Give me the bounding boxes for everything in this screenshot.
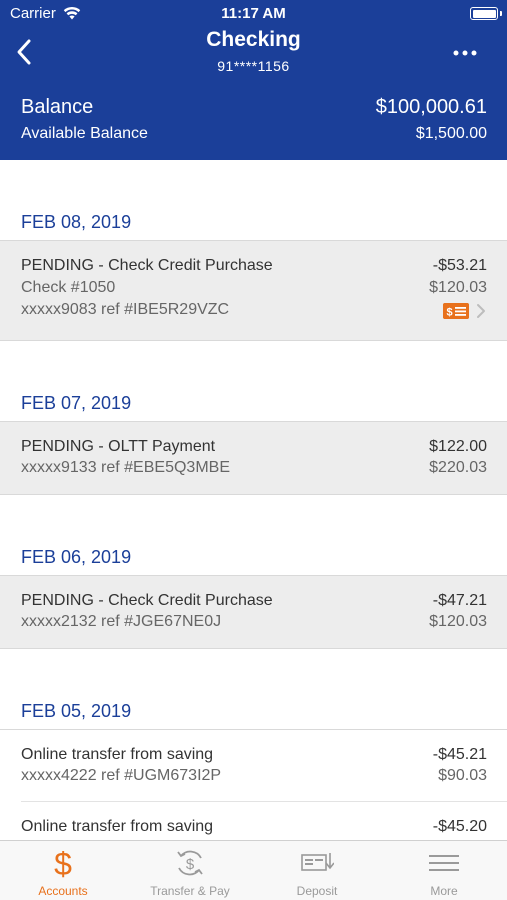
svg-text:$: $ [54, 847, 72, 879]
date-header: FEB 05, 2019 [21, 701, 132, 721]
tab-accounts[interactable]: $ Accounts [0, 841, 126, 900]
transaction-description: PENDING - Check Credit Purchase [21, 592, 273, 609]
date-header: FEB 07, 2019 [21, 393, 132, 413]
balance-label: Balance [21, 96, 94, 118]
transaction-reference: xxxxx4222 ref #UGM673I2P [21, 767, 222, 784]
transaction-row[interactable]: Online transfer from saving -$45.20 [0, 802, 507, 840]
battery-tip [500, 11, 502, 16]
tab-label: Accounts [38, 884, 88, 898]
tab-deposit[interactable]: Deposit [254, 841, 380, 900]
available-balance-value: $1,500.00 [415, 125, 487, 142]
transaction-running-balance: $90.03 [438, 767, 487, 784]
transaction-row[interactable]: PENDING - OLTT Payment xxxxx9133 ref #EB… [0, 421, 507, 495]
page-title: Checking [206, 28, 301, 51]
battery-icon [470, 7, 498, 20]
transaction-row[interactable]: PENDING - Check Credit Purchase Check #1… [0, 240, 507, 341]
transaction-row[interactable]: PENDING - Check Credit Purchase xxxxx213… [0, 575, 507, 649]
status-time: 11:17 AM [221, 5, 286, 22]
transaction-description: PENDING - Check Credit Purchase [21, 257, 273, 274]
date-header: FEB 08, 2019 [21, 212, 132, 232]
transaction-reference: xxxxx9133 ref #EBE5Q3MBE [21, 459, 230, 476]
status-bar: Carrier 11:17 AM [0, 0, 507, 28]
svg-text:$: $ [186, 856, 195, 873]
tab-bar: $ Accounts $ Transfer & Pay Deposit More [0, 840, 507, 900]
chevron-right-icon [477, 304, 485, 318]
transaction-reference: xxxxx9083 ref #IBE5R29VZC [21, 301, 230, 318]
transaction-amount: -$53.21 [432, 257, 487, 274]
balance-value: $100,000.61 [375, 96, 487, 118]
available-balance-label: Available Balance [21, 125, 148, 142]
nav-bar: Checking 91****1156 [0, 28, 507, 80]
transaction-description: PENDING - OLTT Payment [21, 438, 216, 455]
more-options-icon[interactable] [451, 43, 479, 63]
transaction-amount: -$45.21 [432, 746, 487, 763]
svg-text:$: $ [446, 307, 452, 319]
transaction-amount: -$47.21 [432, 592, 487, 609]
menu-icon [429, 855, 459, 871]
transaction-running-balance: $120.03 [429, 279, 487, 296]
transactions-list[interactable]: FEB 08, 2019 PENDING - Check Credit Purc… [0, 160, 507, 840]
transaction-amount: $122.00 [429, 438, 487, 455]
transaction-running-balance: $120.03 [429, 613, 487, 630]
transaction-check-number: Check #1050 [21, 279, 116, 296]
transfer-pay-icon: $ [177, 850, 203, 876]
tab-label: Deposit [296, 884, 338, 898]
deposit-check-icon [301, 853, 334, 871]
tab-label: Transfer & Pay [150, 884, 230, 898]
tab-label: More [430, 884, 458, 898]
tab-transfer-pay[interactable]: $ Transfer & Pay [127, 841, 253, 900]
transaction-row[interactable]: Online transfer from saving xxxxx4222 re… [0, 729, 507, 801]
account-header: Carrier 11:17 AM Checking 91****1156 Bal… [0, 0, 507, 160]
transaction-running-balance: $220.03 [429, 459, 487, 476]
transaction-description: Online transfer from saving [21, 746, 214, 763]
check-image-icon[interactable]: $ [443, 303, 469, 319]
transaction-amount: -$45.20 [432, 818, 487, 835]
account-number: 91****1156 [217, 58, 290, 74]
tab-more[interactable]: More [381, 841, 507, 900]
date-header: FEB 06, 2019 [21, 547, 132, 567]
dollar-icon: $ [54, 847, 72, 879]
transaction-description: Online transfer from saving [21, 818, 214, 835]
transaction-reference: xxxxx2132 ref #JGE67NE0J [21, 613, 222, 630]
